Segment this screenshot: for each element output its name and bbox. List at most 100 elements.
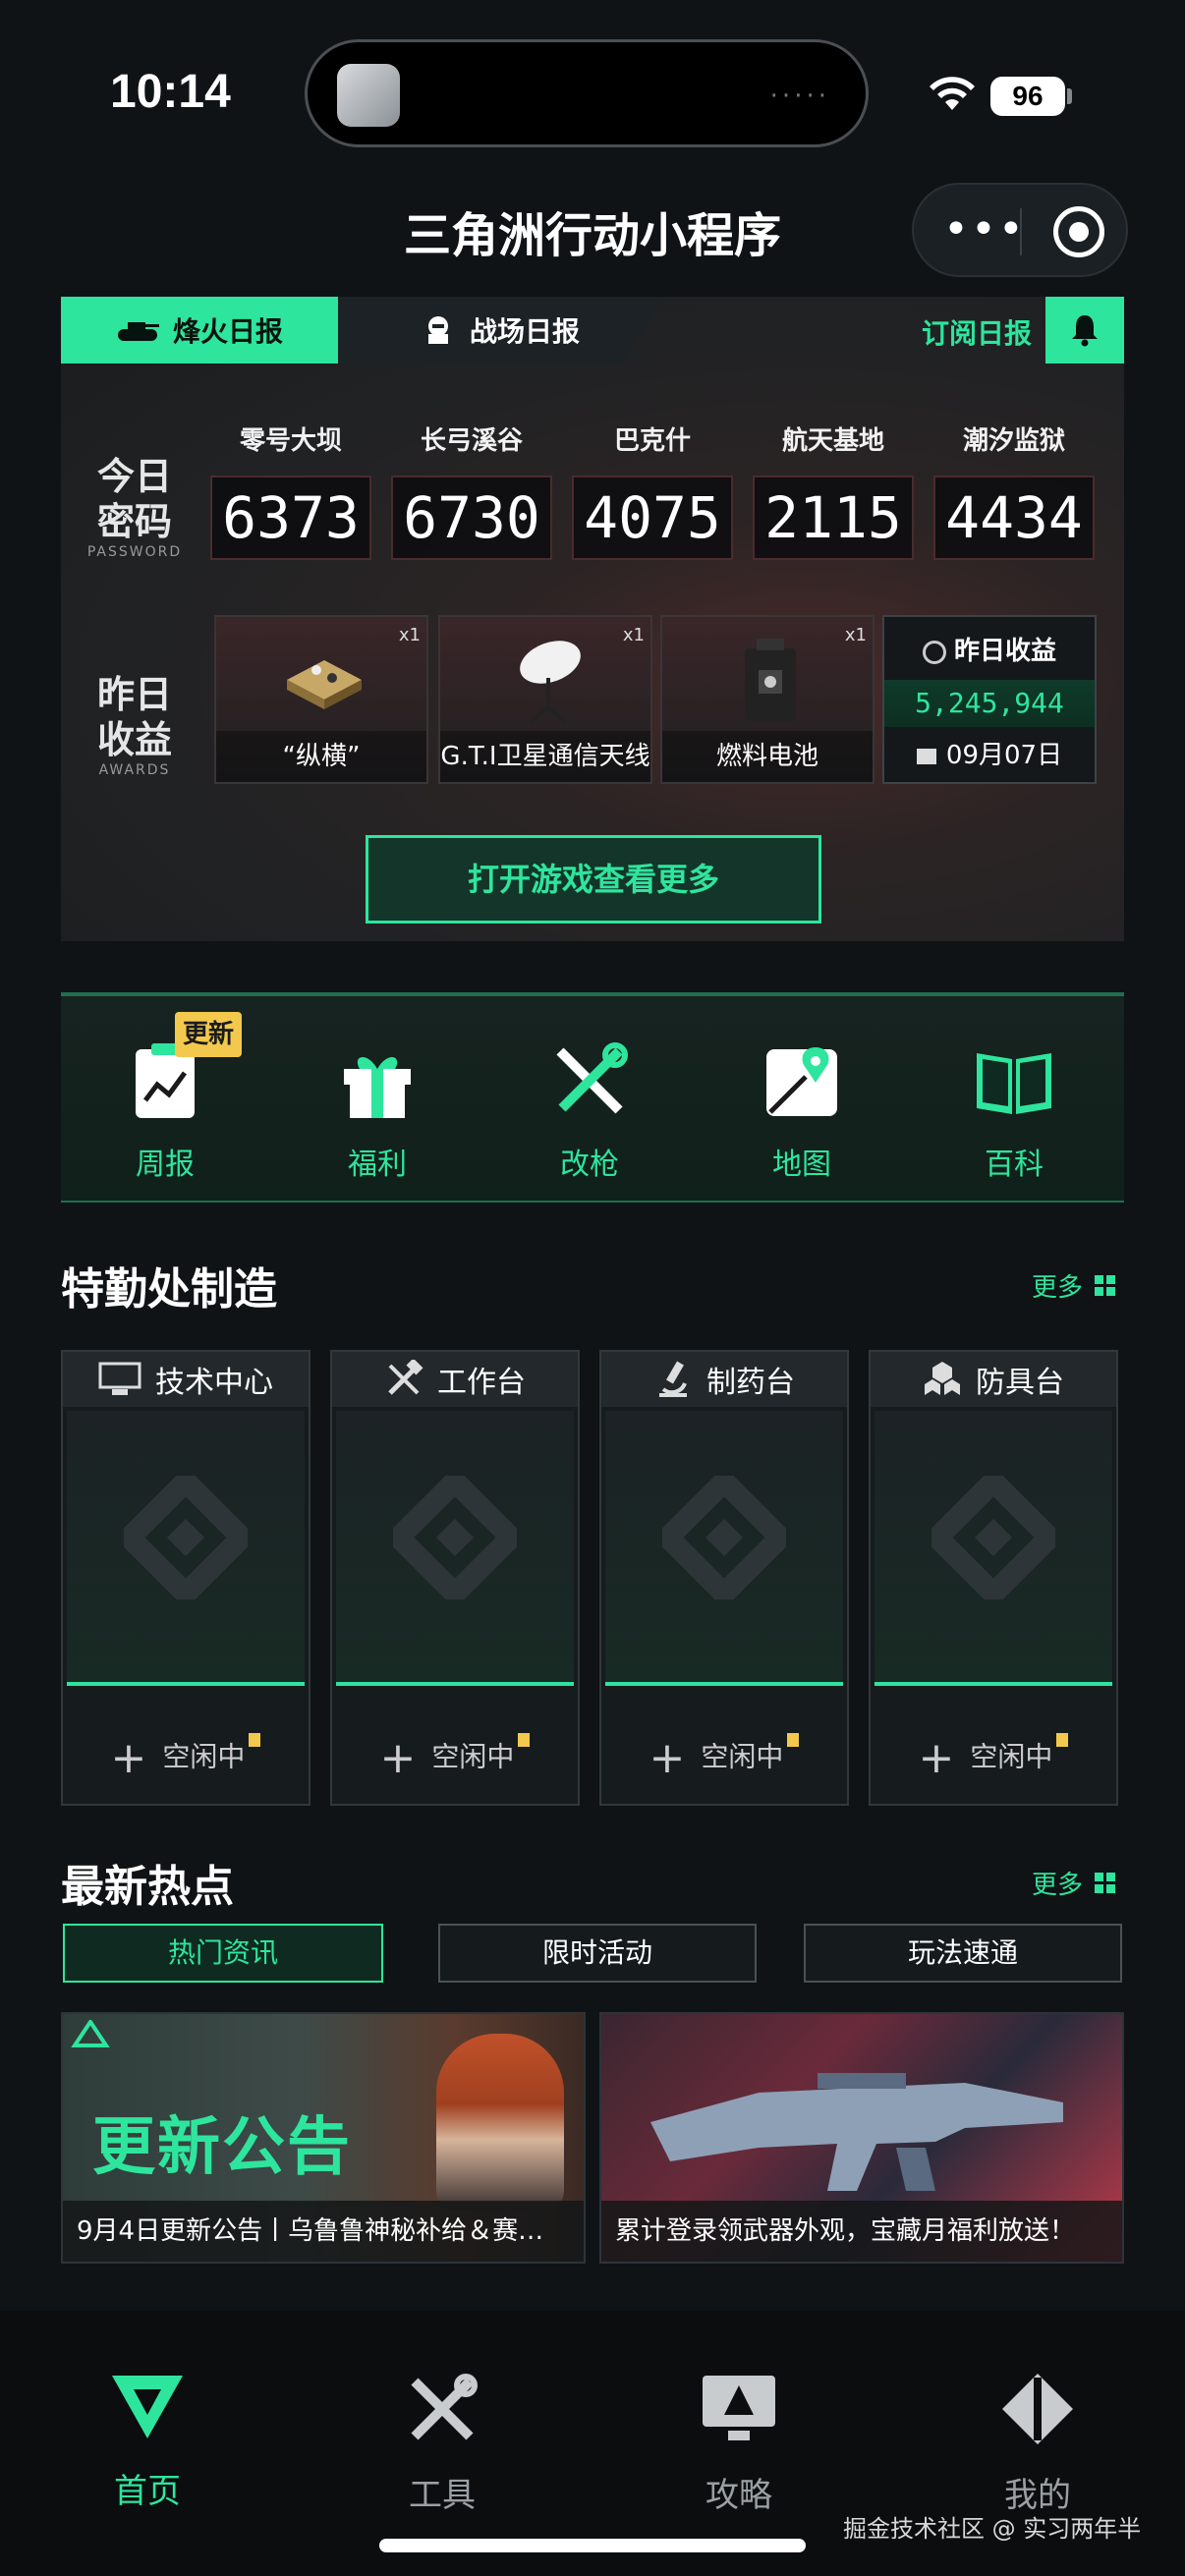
quick-item-gun-mod[interactable]: 改枪: [521, 1041, 658, 1183]
quick-item-map[interactable]: 地图: [733, 1041, 871, 1183]
nav-home[interactable]: 首页: [49, 2372, 246, 2512]
craft-more-link[interactable]: 更多: [1032, 1267, 1116, 1304]
bell-icon[interactable]: [1045, 297, 1124, 364]
craft-status-label: 空闲中: [431, 1740, 515, 1773]
gun-wrench-icon: [556, 1042, 628, 1114]
game-logo-icon: [71, 2018, 110, 2049]
password-label: 今日 密码: [96, 455, 172, 543]
delta-logo-watermark-icon: [393, 1476, 517, 1599]
computer-icon: [98, 1362, 141, 1395]
craft-station-tech-center[interactable]: 技术中心 + 空闲中: [61, 1350, 310, 1806]
craft-section-title: 特勤处制造: [61, 1264, 277, 1315]
tank-icon: [117, 322, 159, 341]
password-sublabel: PASSWORD: [86, 544, 183, 560]
activity-dots: ·····: [769, 82, 830, 111]
plus-icon: +: [649, 1733, 686, 1783]
dynamic-island[interactable]: ·····: [305, 39, 869, 147]
yesterday-date: 09月07日: [884, 735, 1095, 771]
new-badge: 更新: [175, 1012, 242, 1057]
tab-limited-events[interactable]: 限时活动: [438, 1924, 757, 1983]
plus-icon: +: [110, 1733, 147, 1783]
quick-label: 地图: [772, 1148, 831, 1182]
news-caption: 累计登录领武器外观，宝藏月福利放送！: [601, 2201, 1122, 2262]
map-password-code: 4075: [572, 476, 733, 560]
map-pin-icon: [766, 1047, 837, 1116]
map-password-code: 4434: [933, 476, 1095, 560]
subscribe-daily-link[interactable]: 订阅日报: [922, 312, 1032, 352]
award-item[interactable]: x1 燃料电池: [660, 615, 875, 784]
item-count: x1: [844, 625, 867, 645]
craft-station-status: + 空闲中: [63, 1733, 309, 1783]
craft-progress-line: [605, 1682, 843, 1686]
home-indicator[interactable]: [379, 2539, 806, 2552]
awards-label-block: 昨日 收益 AWARDS: [81, 672, 189, 778]
monitor-icon: [703, 2376, 775, 2440]
open-game-button[interactable]: 打开游戏查看更多: [366, 835, 821, 924]
rifle-skin-image: [650, 2073, 1063, 2191]
craft-progress-line: [336, 1682, 574, 1686]
plus-icon: +: [379, 1733, 417, 1783]
awards-label: 昨日 收益: [96, 673, 172, 761]
delta-logo-watermark-icon: [662, 1476, 786, 1599]
soldier-helmet-icon: [427, 316, 448, 344]
news-banner-title: 更新公告: [92, 2111, 352, 2184]
tab-battlefield-daily[interactable]: 战场日报: [338, 297, 662, 364]
more-menu-icon[interactable]: •••: [943, 204, 1026, 254]
book-icon: [977, 1053, 1051, 1114]
nav-guides[interactable]: 攻略: [641, 2372, 837, 2516]
flag-icon: [787, 1733, 800, 1747]
map-name: 长弓溪谷: [420, 426, 523, 456]
status-time: 10:14: [110, 66, 231, 118]
map-name: 巴克什: [613, 426, 691, 456]
item-count: x1: [398, 625, 421, 645]
item-name: G.T.I卫星通信天线: [440, 731, 650, 782]
daily-report-card: 烽火日报 战场日报 订阅日报 今日 密码 PASSWORD 零号大坝 长弓溪谷 …: [61, 297, 1124, 941]
craft-station-header: 制药台: [601, 1352, 847, 1407]
yesterday-income-label: 昨日收益: [953, 637, 1056, 666]
quick-item-wiki[interactable]: 百科: [945, 1041, 1083, 1183]
delta-logo-icon: [112, 2376, 183, 2438]
quick-item-weekly-report[interactable]: 周报: [96, 1041, 234, 1183]
tools-cross-icon: [411, 2374, 478, 2440]
tab-gameplay-guide[interactable]: 玩法速通: [804, 1924, 1122, 1983]
quick-label: 改枪: [560, 1148, 619, 1182]
craft-station-workbench[interactable]: 工作台 + 空闲中: [330, 1350, 580, 1806]
profile-diamond-icon: [1002, 2374, 1073, 2444]
news-card[interactable]: 累计登录领武器外观，宝藏月福利放送！: [599, 2012, 1124, 2264]
award-item[interactable]: x1 G.T.I卫星通信天线: [438, 615, 652, 784]
news-more-link[interactable]: 更多: [1032, 1865, 1116, 1901]
nav-home-label: 首页: [114, 2472, 181, 2511]
nav-tools-label: 工具: [409, 2476, 476, 2515]
craft-status-label: 空闲中: [701, 1740, 784, 1773]
quick-label: 百科: [985, 1148, 1044, 1182]
tab-hot-news[interactable]: 热门资讯: [63, 1924, 383, 1983]
nav-guides-label: 攻略: [705, 2476, 772, 2515]
craft-station-status: + 空闲中: [871, 1733, 1116, 1783]
craft-more-label: 更多: [1032, 1273, 1084, 1303]
craft-station-pharmacy[interactable]: 制药台 + 空闲中: [599, 1350, 849, 1806]
yesterday-income-panel: 昨日收益 5,245,944 09月07日: [882, 615, 1097, 784]
mini-program-capsule: •••: [912, 183, 1128, 277]
nav-tools[interactable]: 工具: [344, 2372, 540, 2516]
awards-sublabel: AWARDS: [98, 762, 171, 778]
award-item[interactable]: x1 “纵横”: [214, 615, 428, 784]
news-section-title: 最新热点: [61, 1862, 234, 1912]
tab-fenghuo-label: 烽火日报: [172, 315, 283, 348]
item-count: x1: [622, 625, 645, 645]
craft-station-armor[interactable]: 防具台 + 空闲中: [869, 1350, 1118, 1806]
nav-profile[interactable]: 我的: [939, 2372, 1136, 2516]
quick-item-welfare[interactable]: 福利: [309, 1041, 446, 1183]
character-portrait: [436, 2034, 564, 2211]
yesterday-income-value: 5,245,944: [884, 680, 1095, 727]
grid-icon: [1095, 1872, 1116, 1893]
item-name: “纵横”: [216, 731, 426, 782]
delta-logo-watermark-icon: [124, 1476, 248, 1599]
craft-status-label: 空闲中: [162, 1740, 246, 1773]
map-name: 潮汐监狱: [962, 426, 1065, 456]
armor-icon: [925, 1362, 960, 1395]
news-card[interactable]: 更新公告 9月4日更新公告丨乌鲁鲁神秘补给＆赛…: [61, 2012, 586, 2264]
battery-indicator: 96: [990, 77, 1065, 116]
tab-fenghuo-daily[interactable]: 烽火日报: [61, 297, 338, 364]
microscope-icon: [659, 1361, 687, 1397]
close-target-icon[interactable]: [1053, 206, 1104, 257]
